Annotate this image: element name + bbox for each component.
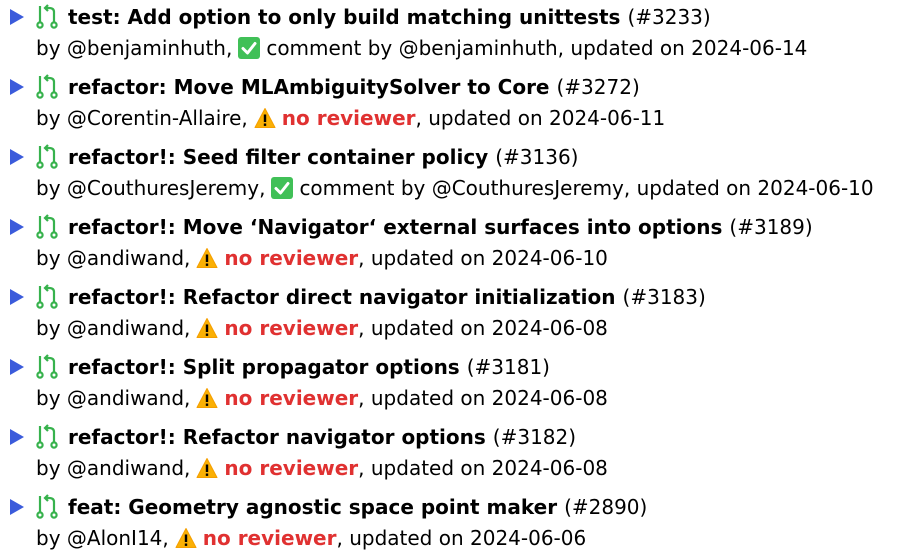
pr-title[interactable]: refactor: Move MLAmbiguitySolver to Core bbox=[68, 75, 550, 99]
pr-number[interactable]: (#3181) bbox=[467, 355, 550, 379]
pr-meta: by @andiwand, no reviewer , updated on 2… bbox=[36, 453, 608, 483]
pr-author: by @andiwand, bbox=[36, 386, 191, 410]
pr-author: by @Corentin-Allaire, bbox=[36, 106, 248, 130]
updated-date: , updated on 2024-06-11 bbox=[415, 106, 666, 130]
pr-item: refactor!: Seed filter container policy … bbox=[10, 140, 899, 210]
review-status: no reviewer bbox=[281, 106, 416, 130]
pr-header: feat: Geometry agnostic space point make… bbox=[10, 492, 647, 522]
expand-arrow-icon[interactable] bbox=[10, 429, 24, 445]
review-status: no reviewer bbox=[224, 456, 359, 480]
pull-request-icon bbox=[36, 74, 58, 100]
pr-author: by @andiwand, bbox=[36, 456, 191, 480]
updated-date: , updated on 2024-06-10 bbox=[623, 176, 874, 200]
updated-date: , updated on 2024-06-08 bbox=[358, 386, 608, 410]
pull-request-icon bbox=[36, 284, 58, 310]
check-icon bbox=[238, 37, 261, 59]
pr-author: by @andiwand, bbox=[36, 246, 191, 270]
check-icon bbox=[271, 177, 294, 199]
pr-number[interactable]: (#3233) bbox=[627, 5, 710, 29]
pull-request-icon bbox=[36, 4, 58, 30]
pr-title[interactable]: feat: Geometry agnostic space point make… bbox=[68, 495, 557, 519]
review-status: no reviewer bbox=[202, 526, 337, 550]
pr-item: refactor: Move MLAmbiguitySolver to Core… bbox=[10, 70, 899, 140]
pr-meta: by @andiwand, no reviewer , updated on 2… bbox=[36, 243, 608, 273]
warning-icon bbox=[196, 317, 218, 339]
pr-meta: by @andiwand, no reviewer , updated on 2… bbox=[36, 313, 608, 343]
review-status: no reviewer bbox=[224, 386, 359, 410]
updated-date: , updated on 2024-06-08 bbox=[358, 316, 608, 340]
warning-icon bbox=[196, 247, 218, 269]
pr-number[interactable]: (#2890) bbox=[564, 495, 647, 519]
pr-header: refactor!: Move ‘Navigator‘ external sur… bbox=[10, 212, 813, 242]
review-status: no reviewer bbox=[224, 246, 359, 270]
pr-title[interactable]: refactor!: Refactor navigator options bbox=[68, 425, 486, 449]
updated-date: , updated on 2024-06-06 bbox=[336, 526, 587, 550]
pull-request-icon bbox=[36, 494, 58, 520]
pr-header: refactor!: Refactor navigator options (#… bbox=[10, 422, 576, 452]
updated-date: , updated on 2024-06-14 bbox=[557, 36, 808, 60]
warning-icon bbox=[254, 107, 276, 129]
pr-title[interactable]: refactor!: Move ‘Navigator‘ external sur… bbox=[68, 215, 722, 239]
pull-request-icon bbox=[36, 214, 58, 240]
pr-meta: by @benjaminhuth, comment by @benjaminhu… bbox=[36, 33, 807, 63]
pr-author: by @andiwand, bbox=[36, 316, 191, 340]
pr-title[interactable]: refactor!: Split propagator options bbox=[68, 355, 460, 379]
pr-author: by @benjaminhuth, bbox=[36, 36, 233, 60]
pr-author: by @CouthuresJeremy, bbox=[36, 176, 266, 200]
review-status: comment by @benjaminhuth bbox=[266, 36, 558, 60]
updated-date: , updated on 2024-06-08 bbox=[358, 456, 608, 480]
pr-header: refactor!: Refactor direct navigator ini… bbox=[10, 282, 706, 312]
pr-number[interactable]: (#3183) bbox=[623, 285, 706, 309]
pr-item: refactor!: Refactor navigator options (#… bbox=[10, 420, 899, 490]
warning-icon bbox=[196, 387, 218, 409]
pull-request-icon bbox=[36, 144, 58, 170]
warning-icon bbox=[175, 527, 197, 549]
pr-meta: by @AlonI14, no reviewer , updated on 20… bbox=[36, 523, 586, 553]
expand-arrow-icon[interactable] bbox=[10, 359, 24, 375]
pr-item: refactor!: Refactor direct navigator ini… bbox=[10, 280, 899, 350]
updated-date: , updated on 2024-06-10 bbox=[358, 246, 608, 270]
pull-request-icon bbox=[36, 424, 58, 450]
expand-arrow-icon[interactable] bbox=[10, 79, 24, 95]
expand-arrow-icon[interactable] bbox=[10, 289, 24, 305]
expand-arrow-icon[interactable] bbox=[10, 149, 24, 165]
expand-arrow-icon[interactable] bbox=[10, 9, 24, 25]
pr-title[interactable]: test: Add option to only build matching … bbox=[68, 5, 620, 29]
review-status: comment by @CouthuresJeremy bbox=[299, 176, 624, 200]
pr-header: refactor: Move MLAmbiguitySolver to Core… bbox=[10, 72, 640, 102]
pr-item: refactor!: Split propagator options (#31… bbox=[10, 350, 899, 420]
pr-header: test: Add option to only build matching … bbox=[10, 2, 711, 32]
pr-title[interactable]: refactor!: Seed filter container policy bbox=[68, 145, 488, 169]
expand-arrow-icon[interactable] bbox=[10, 499, 24, 515]
pr-number[interactable]: (#3272) bbox=[557, 75, 640, 99]
pr-item: refactor!: Move ‘Navigator‘ external sur… bbox=[10, 210, 899, 280]
pr-header: refactor!: Split propagator options (#31… bbox=[10, 352, 550, 382]
pr-number[interactable]: (#3182) bbox=[493, 425, 576, 449]
pr-item: feat: Geometry agnostic space point make… bbox=[10, 490, 899, 560]
expand-arrow-icon[interactable] bbox=[10, 219, 24, 235]
pull-request-icon bbox=[36, 354, 58, 380]
pr-item: test: Add option to only build matching … bbox=[10, 0, 899, 70]
pr-number[interactable]: (#3189) bbox=[729, 215, 812, 239]
pr-header: refactor!: Seed filter container policy … bbox=[10, 142, 578, 172]
pr-author: by @AlonI14, bbox=[36, 526, 169, 550]
pr-number[interactable]: (#3136) bbox=[495, 145, 578, 169]
pr-meta: by @andiwand, no reviewer , updated on 2… bbox=[36, 383, 608, 413]
pr-title[interactable]: refactor!: Refactor direct navigator ini… bbox=[68, 285, 616, 309]
pr-meta: by @Corentin-Allaire, no reviewer , upda… bbox=[36, 103, 665, 133]
pr-meta: by @CouthuresJeremy, comment by @Couthur… bbox=[36, 173, 874, 203]
review-status: no reviewer bbox=[224, 316, 359, 340]
warning-icon bbox=[196, 457, 218, 479]
pull-request-list: test: Add option to only build matching … bbox=[0, 0, 899, 560]
